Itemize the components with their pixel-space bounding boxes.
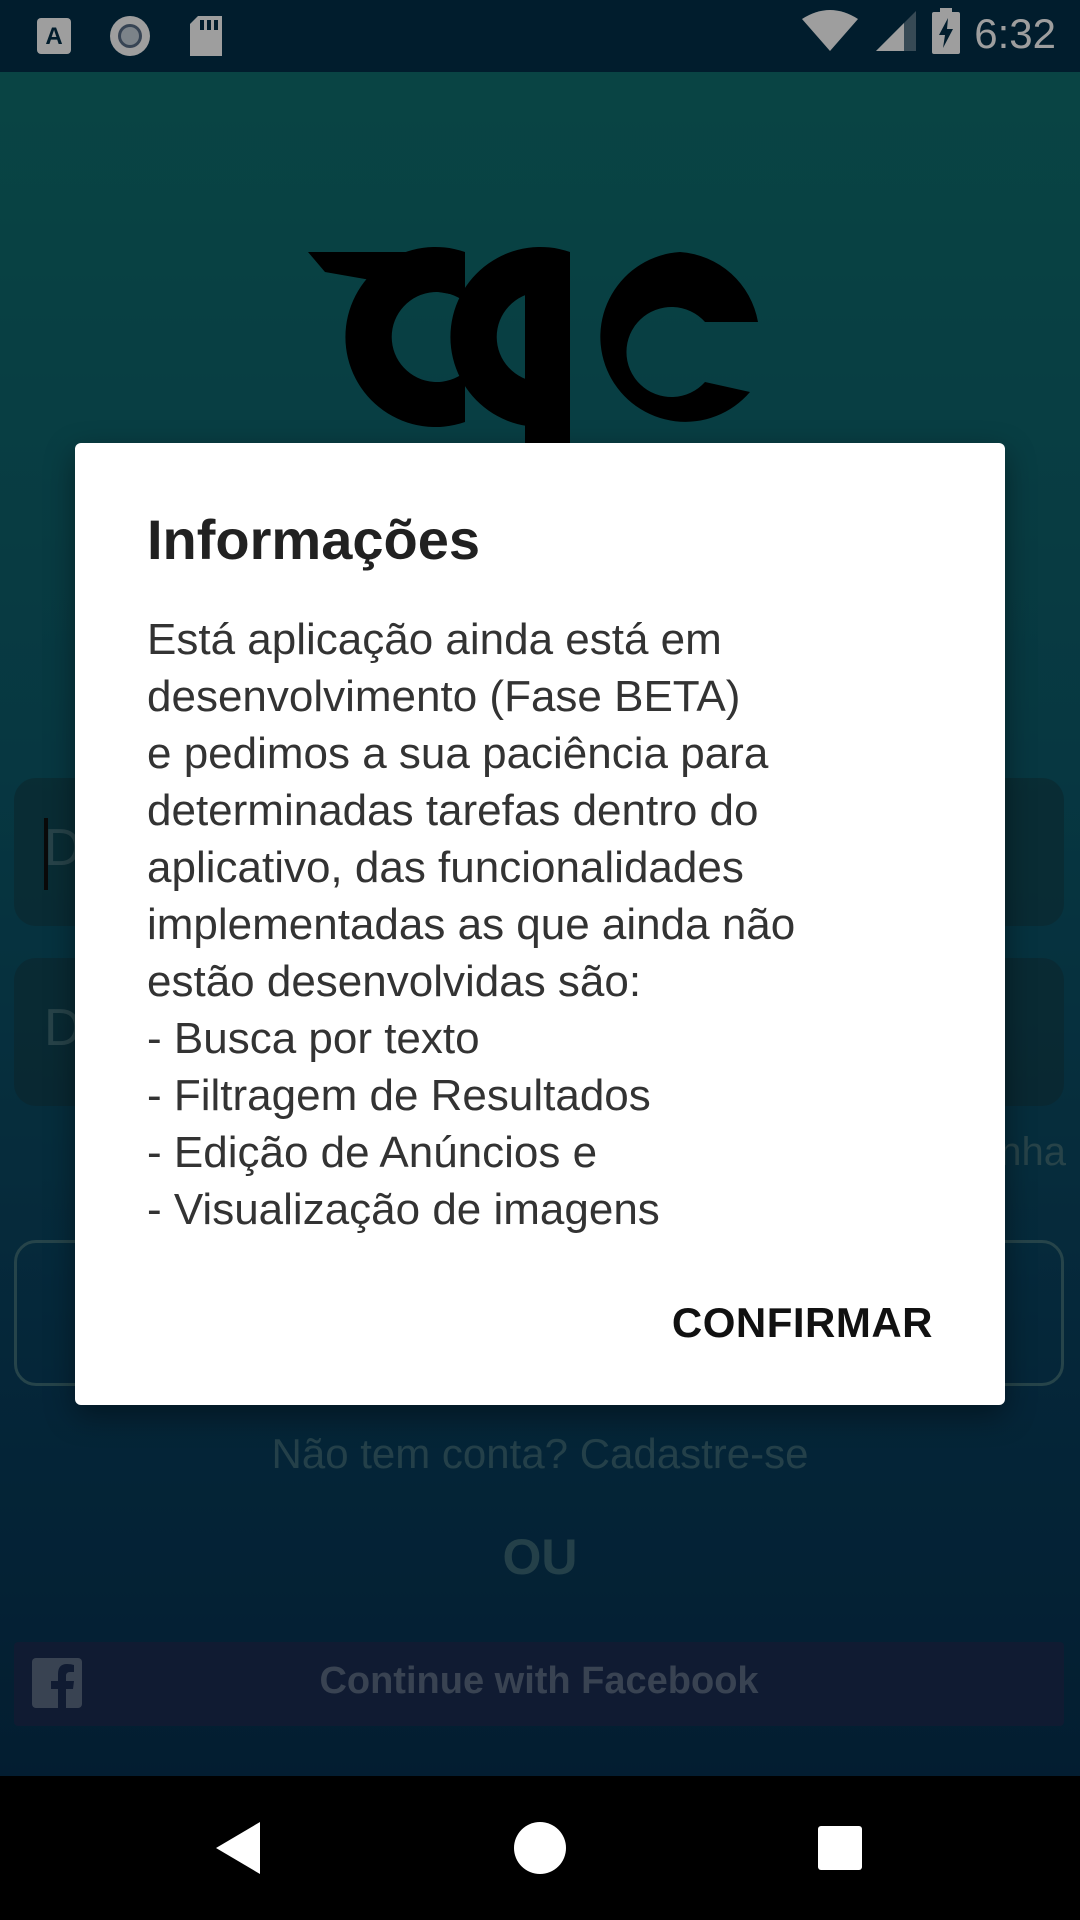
dialog-line: desenvolvimento (Fase BETA) — [147, 672, 741, 721]
dialog-line: determinadas tarefas dentro do — [147, 786, 759, 835]
dialog-line: aplicativo, das funcionalidades — [147, 843, 744, 892]
home-icon[interactable] — [508, 1816, 572, 1880]
info-dialog: Informações Está aplicação ainda está em… — [75, 443, 1005, 1405]
confirm-button[interactable]: CONFIRMAR — [672, 1299, 933, 1347]
navigation-bar — [0, 1776, 1080, 1920]
screen: A 6:32 D D nha Não tem conta? Cadastre-s… — [0, 0, 1080, 1920]
dialog-title: Informações — [147, 508, 480, 571]
dialog-line: - Filtragem de Resultados — [147, 1071, 651, 1120]
dialog-line: - Visualização de imagens — [147, 1185, 660, 1234]
dialog-line: Está aplicação ainda está em — [147, 615, 722, 664]
recents-icon[interactable] — [808, 1816, 872, 1880]
dialog-line: implementadas as que ainda não — [147, 900, 796, 949]
dialog-line: estão desenvolvidas são: — [147, 957, 642, 1006]
dialog-line: - Busca por texto — [147, 1014, 480, 1063]
dialog-message: Está aplicação ainda está em desenvolvim… — [147, 611, 947, 1238]
back-icon[interactable] — [206, 1816, 270, 1880]
dialog-line: - Edição de Anúncios e — [147, 1128, 598, 1177]
dialog-line: e pedimos a sua paciência para — [147, 729, 769, 778]
